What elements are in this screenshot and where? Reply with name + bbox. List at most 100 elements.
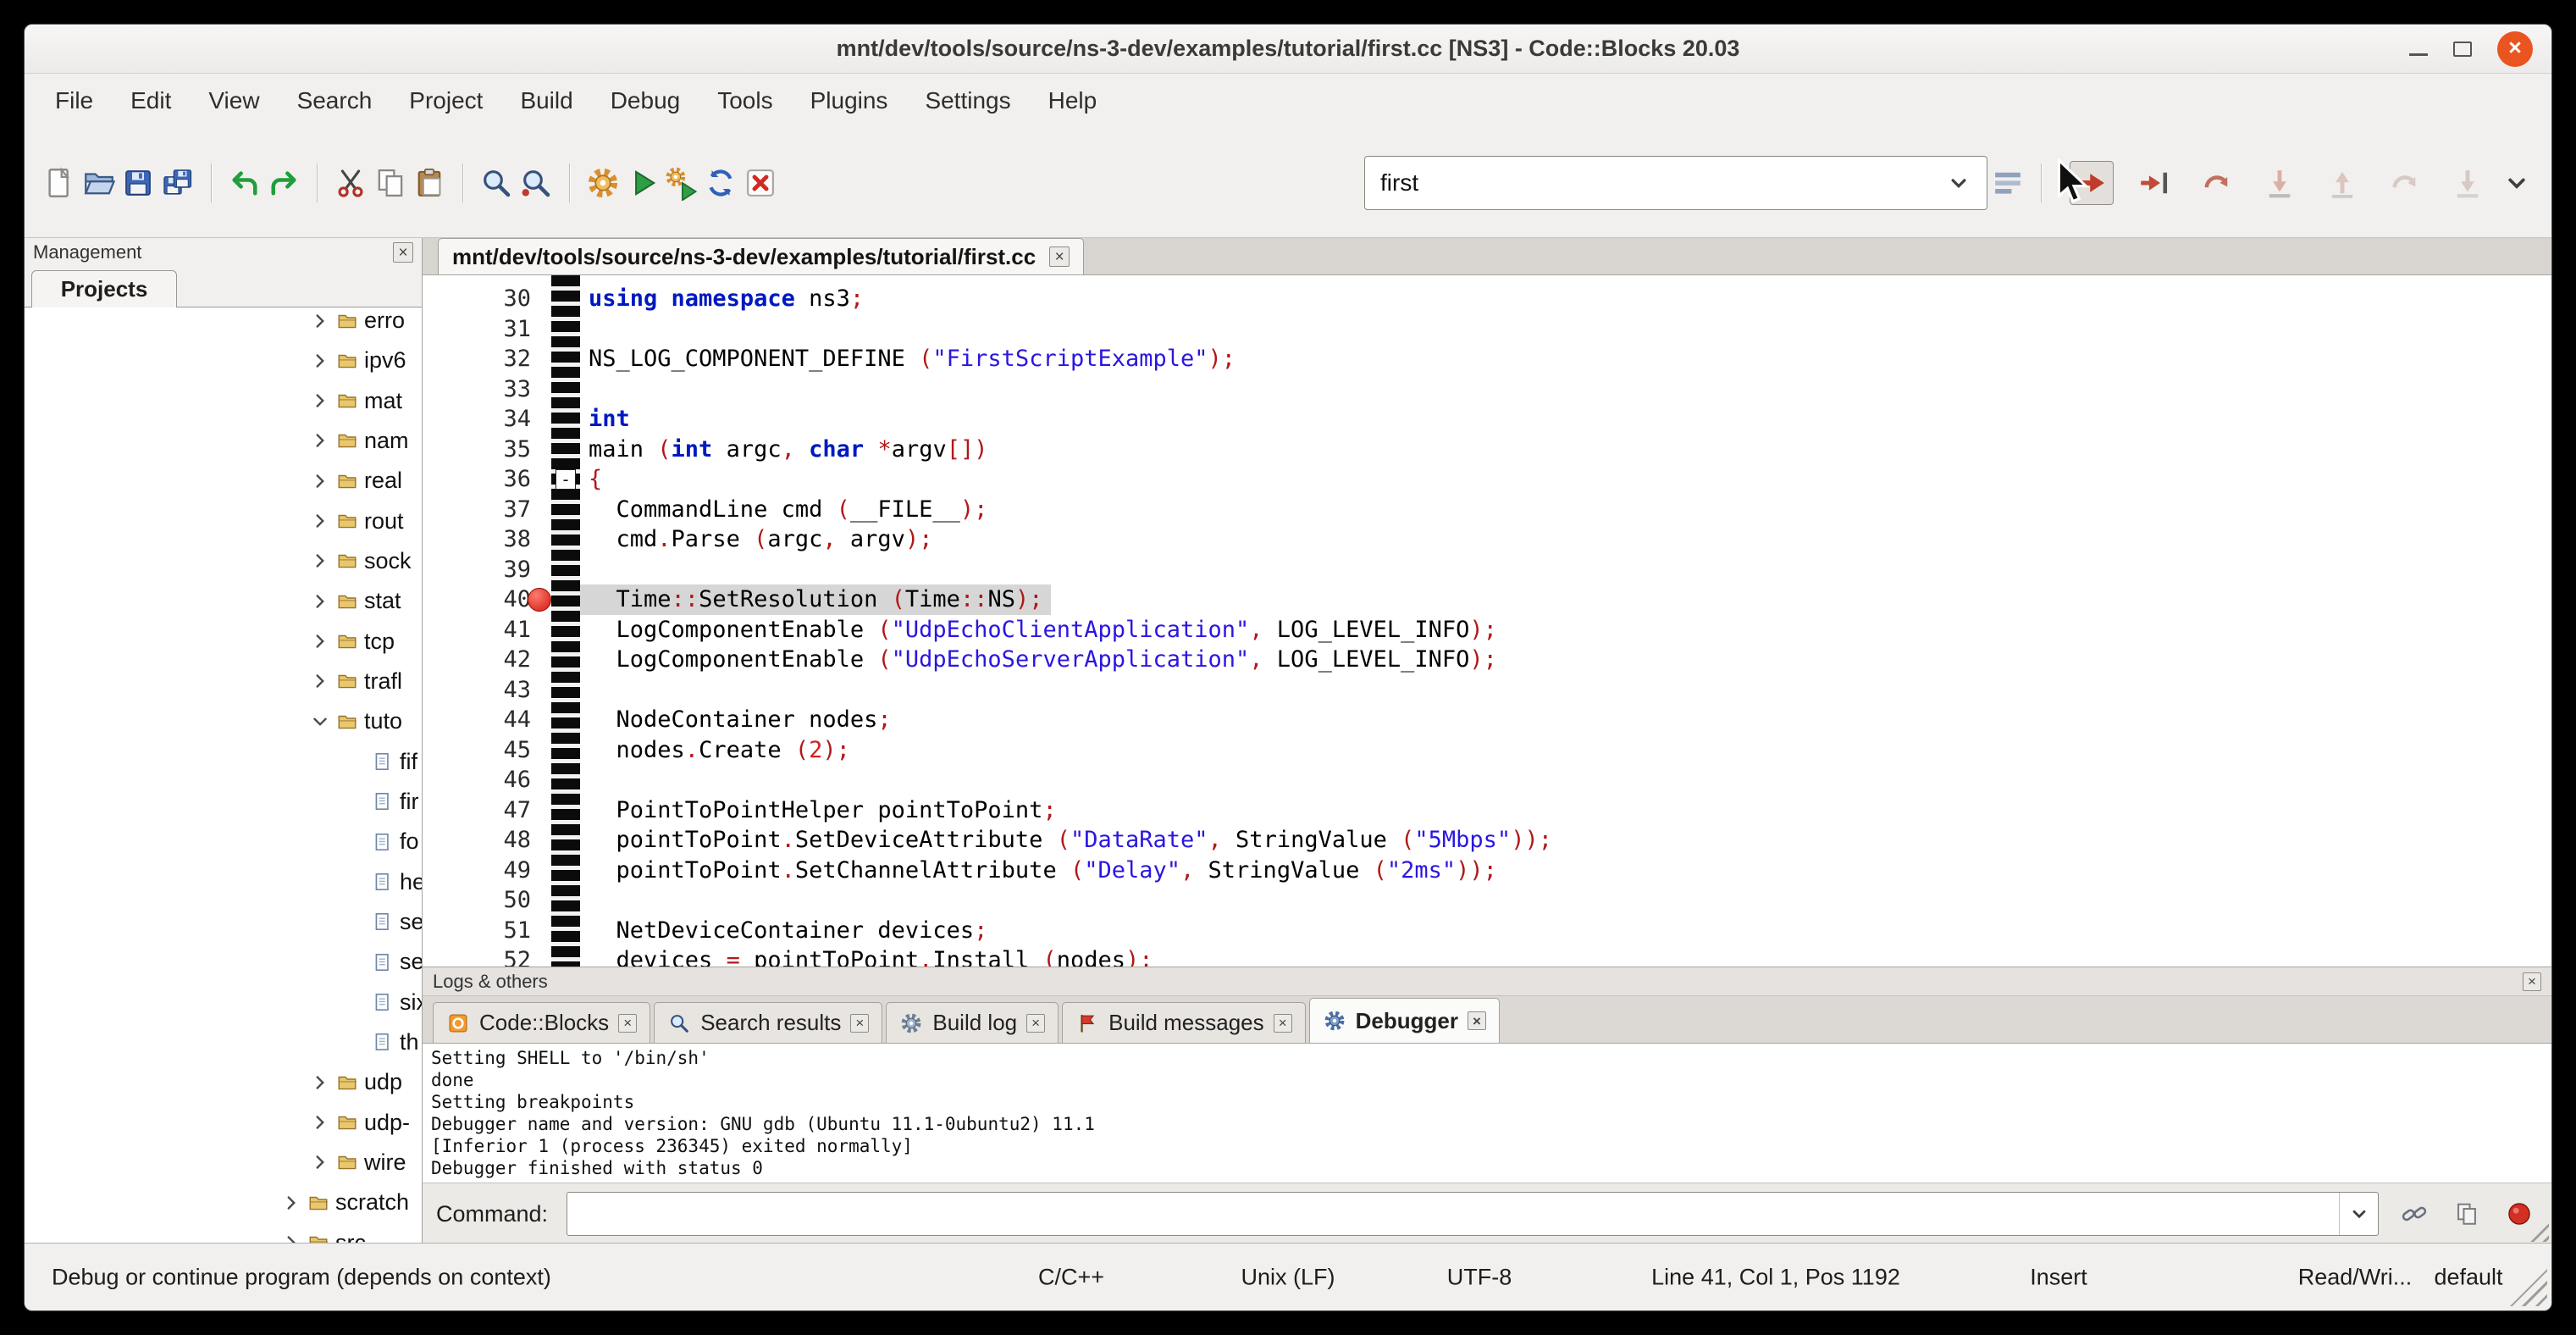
fold-marker[interactable]	[556, 469, 576, 490]
code-editor[interactable]: 30using namespace ns3;3132NS_LOG_COMPONE…	[423, 275, 2551, 967]
line-number[interactable]: 46	[423, 765, 531, 795]
save-file-button[interactable]	[120, 161, 156, 205]
log-tab-code-blocks[interactable]: Code::Blocks	[433, 1002, 650, 1043]
chevron-right-icon[interactable]	[309, 670, 331, 692]
close-icon[interactable]	[2523, 972, 2541, 991]
tree-item[interactable]: src	[25, 1223, 422, 1244]
save-all-files-button[interactable]	[159, 161, 195, 205]
log-tab-search-results[interactable]: Search results	[654, 1002, 882, 1043]
tree-item[interactable]: fif	[25, 742, 422, 782]
incremental-search-options-button[interactable]	[1989, 161, 2025, 205]
breakpoint-marker[interactable]	[528, 588, 551, 612]
line-number[interactable]: 42	[423, 645, 531, 675]
log-tab-debugger[interactable]: Debugger	[1309, 998, 1500, 1043]
line-number[interactable]: 33	[423, 374, 531, 405]
line-number[interactable]: 44	[423, 705, 531, 735]
line-number[interactable]: 36	[423, 464, 531, 495]
menu-edit[interactable]: Edit	[112, 80, 190, 121]
paste-button[interactable]	[412, 161, 447, 205]
search-combobox[interactable]: first	[1364, 156, 1987, 210]
menu-settings[interactable]: Settings	[906, 80, 1029, 121]
chevron-right-icon[interactable]	[309, 630, 331, 652]
stop-debugger-button[interactable]	[2502, 1197, 2536, 1231]
step-out-button[interactable]	[2320, 161, 2364, 205]
menu-tools[interactable]: Tools	[699, 80, 791, 121]
close-icon[interactable]	[2497, 31, 2533, 67]
chevron-right-icon[interactable]	[280, 1192, 302, 1214]
cut-button[interactable]	[333, 161, 368, 205]
tree-item[interactable]: mat	[25, 381, 422, 421]
debug-continue-button[interactable]	[2070, 161, 2114, 205]
toolbar-overflow-button[interactable]	[2499, 161, 2535, 205]
tree-item[interactable]: he	[25, 862, 422, 902]
line-number[interactable]: 43	[423, 675, 531, 706]
command-dropdown-button[interactable]	[2339, 1193, 2378, 1235]
find-button[interactable]	[478, 161, 514, 205]
undo-button[interactable]	[227, 161, 263, 205]
menu-project[interactable]: Project	[390, 80, 501, 121]
line-number[interactable]: 50	[423, 885, 531, 916]
line-number[interactable]: 39	[423, 555, 531, 585]
line-number[interactable]: 37	[423, 495, 531, 525]
line-number[interactable]: 41	[423, 615, 531, 645]
chevron-right-icon[interactable]	[309, 1072, 331, 1094]
next-line-button[interactable]	[2195, 161, 2239, 205]
close-icon[interactable]	[1274, 1014, 1292, 1033]
build-and-run-button[interactable]	[664, 161, 699, 205]
chevron-right-icon[interactable]	[309, 429, 331, 451]
editor-tab[interactable]: mnt/dev/tools/source/ns-3-dev/examples/t…	[438, 238, 1084, 274]
tree-item[interactable]: rout	[25, 501, 422, 541]
chevron-down-icon[interactable]	[309, 711, 331, 733]
close-icon[interactable]	[850, 1014, 869, 1033]
chevron-right-icon[interactable]	[309, 310, 331, 332]
menu-help[interactable]: Help	[1030, 80, 1116, 121]
copy-button[interactable]	[373, 161, 408, 205]
line-number[interactable]: 40	[423, 584, 531, 615]
line-number[interactable]: 52	[423, 945, 531, 967]
log-tab-build-messages[interactable]: Build messages	[1062, 1002, 1306, 1043]
chevron-right-icon[interactable]	[309, 470, 331, 492]
menu-plugins[interactable]: Plugins	[792, 80, 907, 121]
tree-item[interactable]: sock	[25, 541, 422, 581]
close-icon[interactable]	[1049, 247, 1070, 267]
replace-button[interactable]	[518, 161, 554, 205]
chevron-right-icon[interactable]	[309, 1111, 331, 1133]
run-button[interactable]	[624, 161, 660, 205]
tree-item[interactable]: udp-	[25, 1103, 422, 1143]
tree-item[interactable]: th	[25, 1022, 422, 1062]
line-number[interactable]: 47	[423, 795, 531, 826]
attach-button[interactable]	[2397, 1197, 2431, 1231]
tree-item[interactable]: tuto	[25, 701, 422, 741]
chevron-right-icon[interactable]	[309, 550, 331, 572]
tree-item[interactable]: scratch	[25, 1183, 422, 1222]
new-file-button[interactable]	[41, 161, 77, 205]
close-icon[interactable]	[393, 242, 413, 263]
chevron-right-icon[interactable]	[309, 350, 331, 372]
copy-log-button[interactable]	[2450, 1197, 2484, 1231]
step-into-instruction-button[interactable]	[2446, 161, 2490, 205]
tree-item[interactable]: udp	[25, 1062, 422, 1102]
menu-build[interactable]: Build	[501, 80, 591, 121]
build-button[interactable]	[585, 161, 621, 205]
tree-item[interactable]: nam	[25, 421, 422, 461]
tree-item[interactable]: fir	[25, 782, 422, 822]
next-instruction-button[interactable]	[2383, 161, 2427, 205]
line-number[interactable]: 32	[423, 344, 531, 374]
tree-item[interactable]: ipv6	[25, 341, 422, 380]
tree-item[interactable]: six	[25, 983, 422, 1022]
chevron-right-icon[interactable]	[309, 1151, 331, 1173]
tree-item[interactable]: fo	[25, 822, 422, 861]
tree-item[interactable]: se	[25, 902, 422, 942]
open-file-button[interactable]	[80, 161, 116, 205]
step-into-button[interactable]	[2258, 161, 2302, 205]
run-to-cursor-button[interactable]	[2132, 161, 2176, 205]
tree-item[interactable]: stat	[25, 581, 422, 621]
menu-search[interactable]: Search	[279, 80, 391, 121]
menu-file[interactable]: File	[36, 80, 112, 121]
chevron-down-icon[interactable]	[1946, 170, 1971, 196]
menu-view[interactable]: View	[190, 80, 278, 121]
line-number[interactable]: 48	[423, 825, 531, 856]
tree-item[interactable]: tcp	[25, 622, 422, 662]
close-icon[interactable]	[1468, 1011, 1486, 1030]
close-icon[interactable]	[1026, 1014, 1045, 1033]
